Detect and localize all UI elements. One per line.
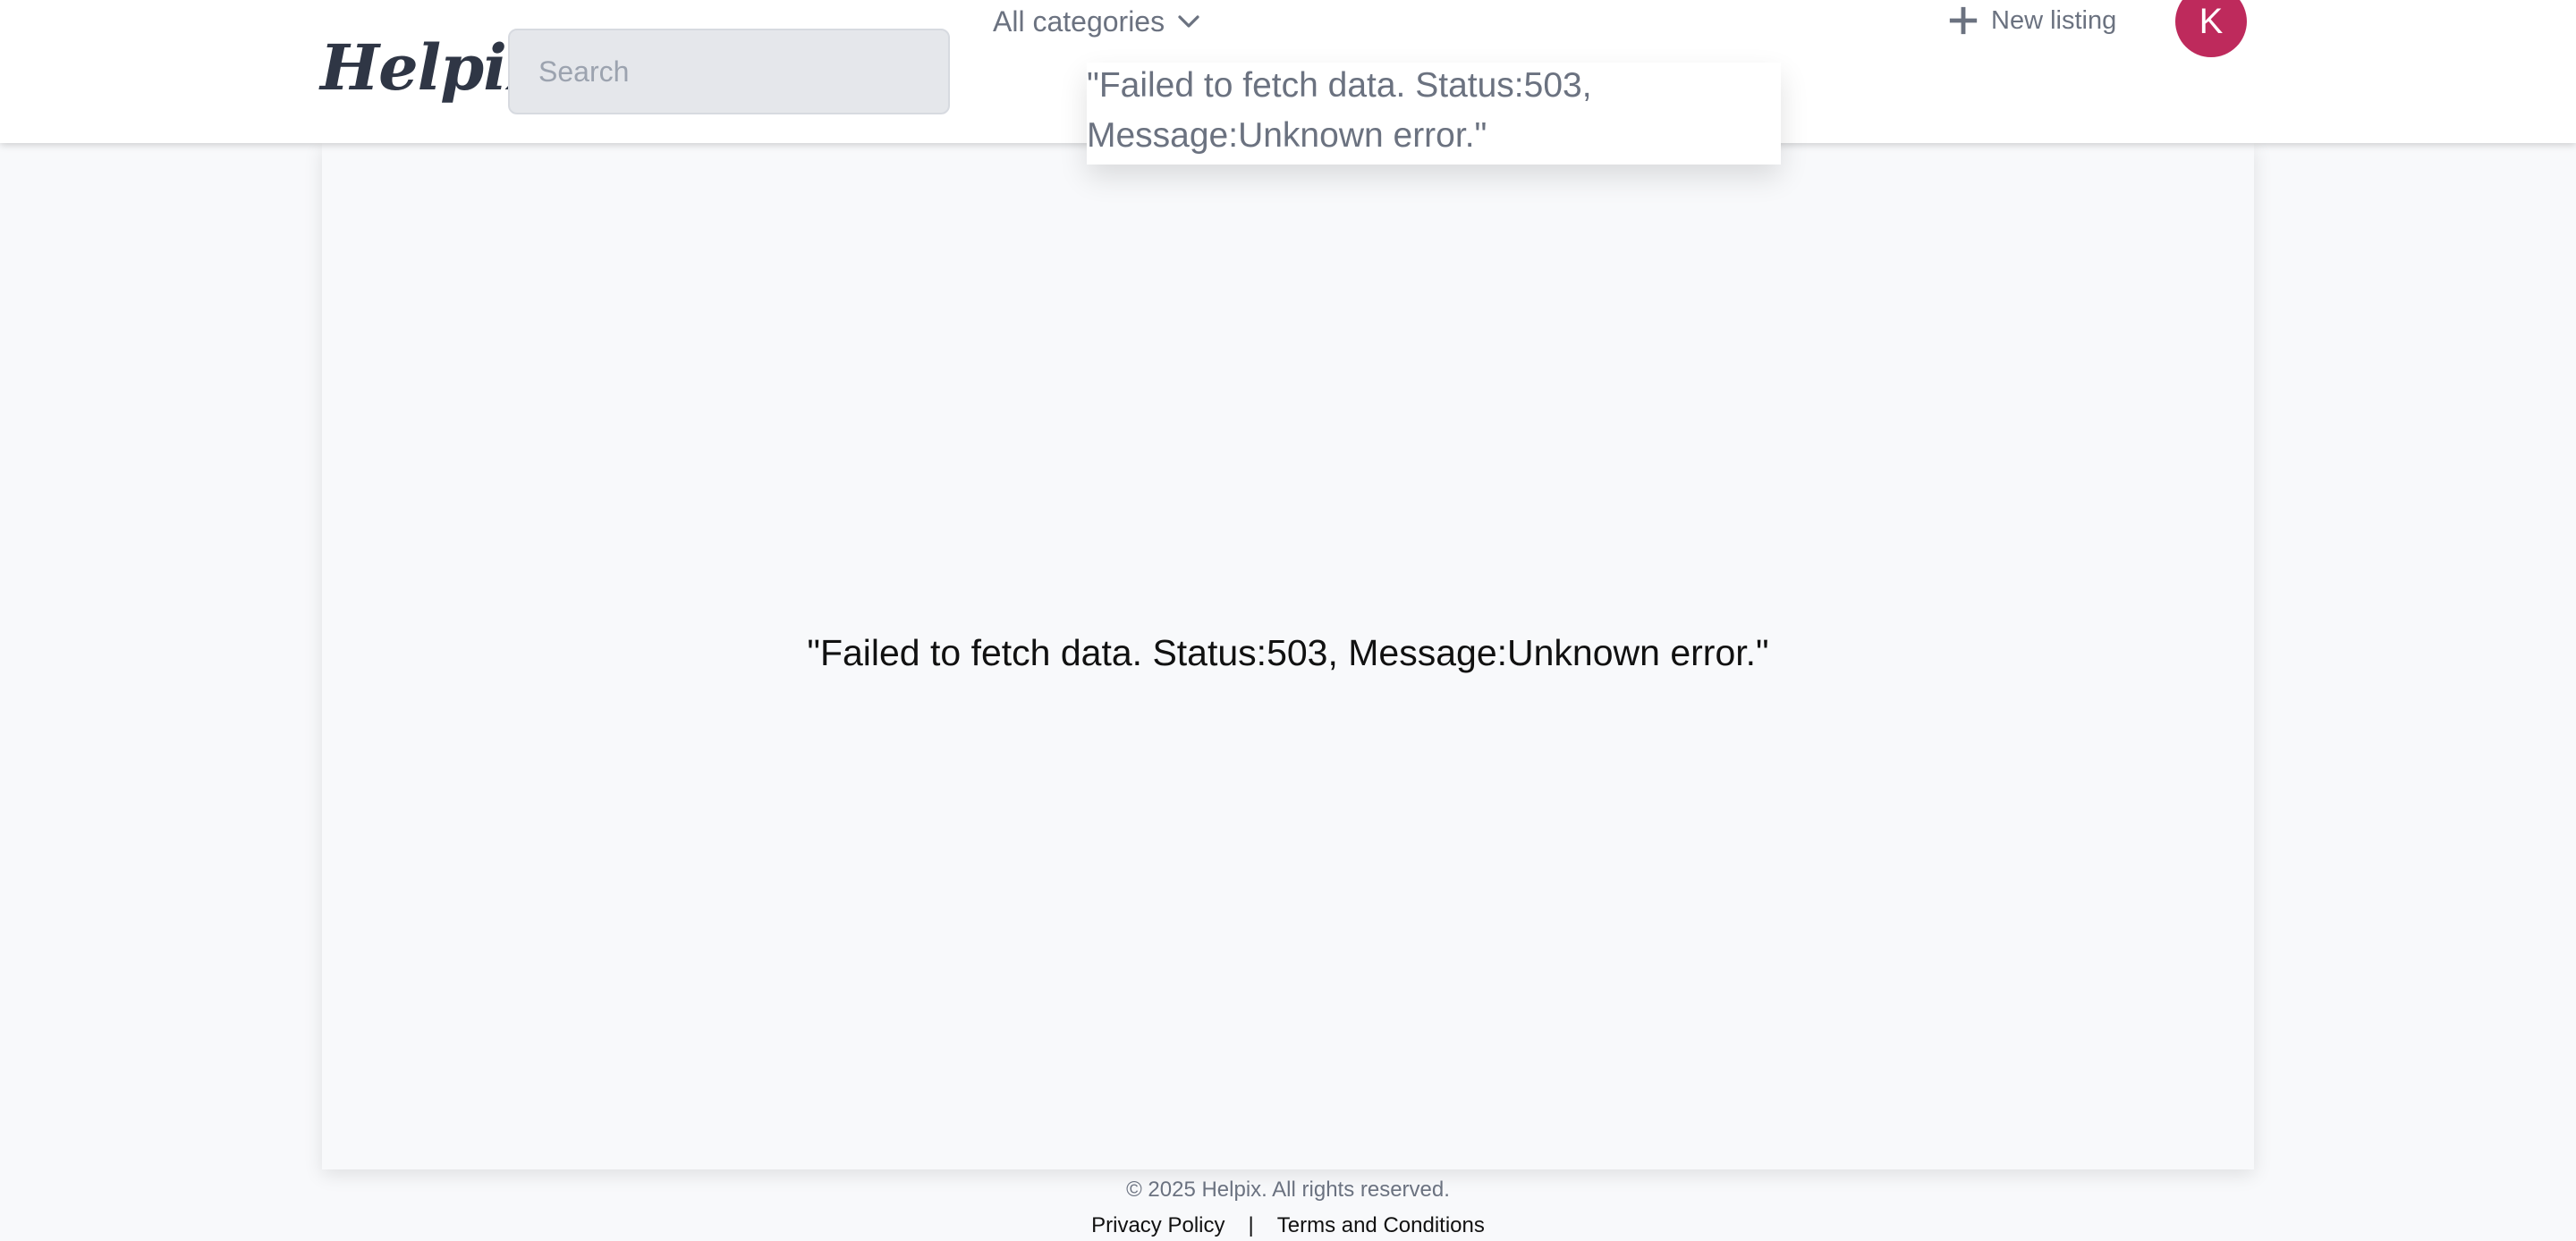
footer-copyright: © 2025 Helpix. All rights reserved. [1126, 1178, 1450, 1202]
main-error-message: "Failed to fetch data. Status:503, Messa… [807, 632, 1769, 673]
chevron-down-icon [1178, 15, 1199, 28]
terms-link[interactable]: Terms and Conditions [1277, 1212, 1485, 1239]
privacy-policy-link[interactable]: Privacy Policy [1091, 1212, 1224, 1239]
categories-label: All categories [993, 4, 1165, 38]
new-listing-label: New listing [1991, 5, 2117, 35]
categories-dropdown[interactable]: All categories [993, 2, 1202, 41]
user-avatar[interactable]: K [2175, 0, 2247, 57]
page-footer: © 2025 Helpix. All rights reserved. Priv… [0, 1177, 2576, 1239]
main-content-card: "Failed to fetch data. Status:503, Messa… [322, 143, 2254, 1169]
footer-links: Privacy Policy | Terms and Conditions [0, 1212, 2576, 1239]
categories-dropdown-menu: "Failed to fetch data. Status:503, Messa… [1087, 63, 1781, 165]
search-input[interactable] [508, 29, 950, 114]
new-listing-button[interactable]: New listing [1948, 0, 2116, 41]
dropdown-error-message: "Failed to fetch data. Status:503, Messa… [1087, 66, 1592, 155]
plus-icon [1949, 6, 1978, 35]
footer-separator: | [1248, 1213, 1254, 1237]
